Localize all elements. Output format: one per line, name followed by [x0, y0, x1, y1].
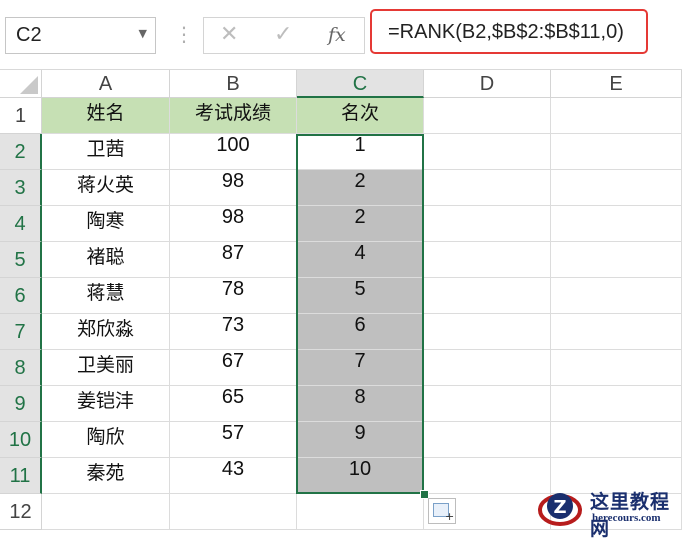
plus-icon: + — [445, 510, 455, 523]
cell-b10[interactable]: 57 — [170, 422, 297, 458]
cancel-icon[interactable]: ✕ — [220, 22, 238, 47]
row-header-7[interactable]: 7 — [0, 314, 42, 350]
cell-b3[interactable]: 98 — [170, 170, 297, 206]
watermark-url: herecours.com — [592, 512, 661, 524]
cell-e3[interactable] — [551, 170, 682, 206]
cell-e5[interactable] — [551, 242, 682, 278]
cell-c3[interactable]: 2 — [297, 170, 424, 206]
column-header-d[interactable]: D — [424, 70, 551, 98]
name-box[interactable]: C2 ▼ — [5, 17, 156, 54]
column-header-e[interactable]: E — [551, 70, 682, 98]
cell-d10[interactable] — [424, 422, 551, 458]
cell-c9[interactable]: 8 — [297, 386, 424, 422]
row-header-1[interactable]: 1 — [0, 98, 42, 134]
cell-b8[interactable]: 67 — [170, 350, 297, 386]
formula-buttons: ✕ ✓ fx — [203, 17, 365, 54]
row-header-8[interactable]: 8 — [0, 350, 42, 386]
cell-c5[interactable]: 4 — [297, 242, 424, 278]
cell-d1[interactable] — [424, 98, 551, 134]
cell-b11[interactable]: 43 — [170, 458, 297, 494]
cell-c11[interactable]: 10 — [297, 458, 424, 494]
cell-e2[interactable] — [551, 134, 682, 170]
row-header-5[interactable]: 5 — [0, 242, 42, 278]
cell-e10[interactable] — [551, 422, 682, 458]
cell-c2[interactable]: 1 — [297, 134, 424, 170]
quick-analysis-button[interactable]: + — [428, 498, 456, 524]
column-header-b[interactable]: B — [170, 70, 297, 98]
name-box-value: C2 — [16, 24, 42, 46]
cell-a5[interactable]: 褚聪 — [42, 242, 170, 278]
cell-a4[interactable]: 陶寒 — [42, 206, 170, 242]
cell-a1[interactable]: 姓名 — [42, 98, 170, 134]
cell-a11[interactable]: 秦苑 — [42, 458, 170, 494]
cell-a2[interactable]: 卫茜 — [42, 134, 170, 170]
cell-a10[interactable]: 陶欣 — [42, 422, 170, 458]
cell-a3[interactable]: 蒋火英 — [42, 170, 170, 206]
cell-c4[interactable]: 2 — [297, 206, 424, 242]
cell-d9[interactable] — [424, 386, 551, 422]
cell-b6[interactable]: 78 — [170, 278, 297, 314]
drag-handle-icon[interactable]: ⋮ — [174, 24, 194, 44]
column-header-c[interactable]: C — [297, 70, 424, 98]
cell-d5[interactable] — [424, 242, 551, 278]
svg-text:Z: Z — [553, 497, 566, 518]
row-header-11[interactable]: 11 — [0, 458, 42, 494]
cell-d2[interactable] — [424, 134, 551, 170]
cell-e9[interactable] — [551, 386, 682, 422]
row-header-3[interactable]: 3 — [0, 170, 42, 206]
cell-b12[interactable] — [170, 494, 297, 530]
cell-b4[interactable]: 98 — [170, 206, 297, 242]
column-header-a[interactable]: A — [42, 70, 170, 98]
row-header-4[interactable]: 4 — [0, 206, 42, 242]
cell-b9[interactable]: 65 — [170, 386, 297, 422]
chevron-down-icon[interactable]: ▼ — [139, 27, 147, 40]
formula-text: =RANK(B2,$B$2:$B$11,0) — [388, 21, 624, 43]
cell-c1[interactable]: 名次 — [297, 98, 424, 134]
cell-b1[interactable]: 考试成绩 — [170, 98, 297, 134]
cell-b7[interactable]: 73 — [170, 314, 297, 350]
cell-e8[interactable] — [551, 350, 682, 386]
cell-e4[interactable] — [551, 206, 682, 242]
watermark: Z 这里教程网 herecours.com — [536, 484, 682, 540]
cell-d3[interactable] — [424, 170, 551, 206]
row-header-9[interactable]: 9 — [0, 386, 42, 422]
cell-b5[interactable]: 87 — [170, 242, 297, 278]
select-all-button[interactable] — [0, 70, 42, 98]
cell-a8[interactable]: 卫美丽 — [42, 350, 170, 386]
cell-d8[interactable] — [424, 350, 551, 386]
row-header-2[interactable]: 2 — [0, 134, 42, 170]
cell-d6[interactable] — [424, 278, 551, 314]
row-header-6[interactable]: 6 — [0, 278, 42, 314]
row-header-12[interactable]: 12 — [0, 494, 42, 530]
formula-input[interactable]: =RANK(B2,$B$2:$B$11,0) — [370, 9, 648, 54]
insert-function-icon[interactable]: fx — [328, 24, 346, 46]
cell-d7[interactable] — [424, 314, 551, 350]
cell-d4[interactable] — [424, 206, 551, 242]
cell-c6[interactable]: 5 — [297, 278, 424, 314]
watermark-logo-icon: Z — [538, 493, 582, 526]
cell-e1[interactable] — [551, 98, 682, 134]
cell-e7[interactable] — [551, 314, 682, 350]
enter-check-icon[interactable]: ✓ — [274, 22, 292, 47]
cell-d11[interactable] — [424, 458, 551, 494]
cell-a7[interactable]: 郑欣淼 — [42, 314, 170, 350]
cell-c12[interactable] — [297, 494, 424, 530]
row-header-10[interactable]: 10 — [0, 422, 42, 458]
formula-bar: C2 ▼ ⋮ ✕ ✓ fx =RANK(B2,$B$2:$B$11,0) — [0, 0, 682, 70]
cell-c7[interactable]: 6 — [297, 314, 424, 350]
cell-a9[interactable]: 姜铠沣 — [42, 386, 170, 422]
cell-e6[interactable] — [551, 278, 682, 314]
cell-c10[interactable]: 9 — [297, 422, 424, 458]
cell-b2[interactable]: 100 — [170, 134, 297, 170]
cell-a6[interactable]: 蒋慧 — [42, 278, 170, 314]
cell-a12[interactable] — [42, 494, 170, 530]
cell-c8[interactable]: 7 — [297, 350, 424, 386]
